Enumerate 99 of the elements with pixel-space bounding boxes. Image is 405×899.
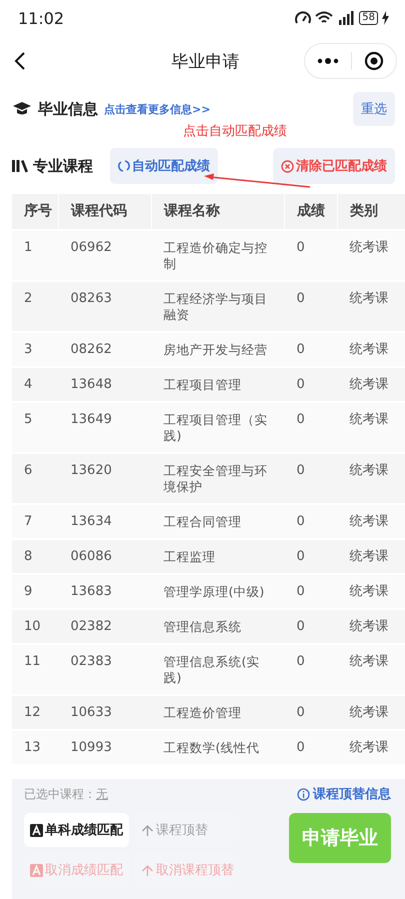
section-title: 毕业信息 xyxy=(38,100,98,118)
table-cell: 3 xyxy=(12,332,58,367)
table-cell: 4 xyxy=(12,367,58,402)
charging-icon xyxy=(382,11,389,25)
table-cell: 工程造价确定与控制 xyxy=(152,230,284,281)
table-cell: 工程合同管理 xyxy=(152,504,284,539)
table-cell: 5 xyxy=(12,402,58,453)
table-cell: 统考课 xyxy=(338,539,405,574)
up-arrow-icon xyxy=(141,824,154,836)
more-info-link[interactable]: 点击查看更多信息>> xyxy=(104,102,210,116)
table-cell: 管理信息系统(实践) xyxy=(152,644,284,695)
table-cell: 06086 xyxy=(58,539,152,574)
clear-circle-icon xyxy=(281,160,294,172)
speedometer-icon xyxy=(295,11,312,25)
signal-icon xyxy=(337,11,356,25)
table-cell: 1 xyxy=(12,230,58,281)
table-cell: 06962 xyxy=(58,230,152,281)
table-cell: 10 xyxy=(12,609,58,644)
table-cell: 统考课 xyxy=(338,644,405,695)
table-cell: 管理信息系统 xyxy=(152,609,284,644)
table-cell: 统考课 xyxy=(338,230,405,281)
replacement-info-link[interactable]: 课程顶替信息 xyxy=(297,785,391,803)
column-header: 成绩 xyxy=(284,194,338,230)
table-cell: 10633 xyxy=(58,695,152,730)
table-cell: 房地产开发与经营 xyxy=(152,332,284,367)
table-cell: 工程数学(线性代 xyxy=(152,730,284,764)
table-cell: 9 xyxy=(12,574,58,609)
info-icon xyxy=(297,788,310,800)
table-cell: 工程安全管理与环境保护 xyxy=(152,453,284,504)
table-cell: 6 xyxy=(12,453,58,504)
table-cell: 统考课 xyxy=(338,695,405,730)
letter-a-icon xyxy=(30,824,43,836)
table-cell: 2 xyxy=(12,281,58,332)
column-header: 序号 xyxy=(12,194,58,230)
table-cell: 工程造价管理 xyxy=(152,695,284,730)
table-cell: 工程项目管理 xyxy=(152,367,284,402)
table-cell: 管理学原理(中级) xyxy=(152,574,284,609)
table-cell: 工程项目管理（实践) xyxy=(152,402,284,453)
table-cell: 统考课 xyxy=(338,504,405,539)
table-cell: 0 xyxy=(284,281,338,332)
table-cell: 0 xyxy=(284,695,338,730)
table-cell: 0 xyxy=(284,402,338,453)
letter-a-icon xyxy=(30,864,43,876)
table-cell: 02382 xyxy=(58,609,152,644)
graduation-cap-icon xyxy=(12,101,32,117)
table-cell: 工程监理 xyxy=(152,539,284,574)
table-cell: 13649 xyxy=(58,402,152,453)
table-cell: 0 xyxy=(284,367,338,402)
selected-courses-text: 已选中课程：无 xyxy=(24,786,108,802)
wifi-icon xyxy=(315,11,334,25)
table-cell: 0 xyxy=(284,230,338,281)
auto-match-button[interactable]: 自动匹配成绩 xyxy=(110,148,218,184)
table-cell: 0 xyxy=(284,574,338,609)
table-cell: 13620 xyxy=(58,453,152,504)
table-cell: 13683 xyxy=(58,574,152,609)
battery-level: 58 xyxy=(359,11,378,25)
table-cell: 统考课 xyxy=(338,730,405,764)
status-time: 11:02 xyxy=(18,8,64,28)
books-icon xyxy=(12,159,28,173)
table-cell: 0 xyxy=(284,609,338,644)
table-cell: 13 xyxy=(12,730,58,764)
refresh-icon xyxy=(118,160,130,172)
table-cell: 0 xyxy=(284,730,338,764)
section-title: 专业课程 xyxy=(33,156,93,176)
table-cell: 工程经济学与项目融资 xyxy=(152,281,284,332)
table-cell: 02383 xyxy=(58,644,152,695)
table-cell: 统考课 xyxy=(338,453,405,504)
table-cell: 11 xyxy=(12,644,58,695)
table-cell: 统考课 xyxy=(338,609,405,644)
table-cell: 12 xyxy=(12,695,58,730)
table-cell: 08263 xyxy=(58,281,152,332)
column-header: 类别 xyxy=(338,194,405,230)
table-cell: 13634 xyxy=(58,504,152,539)
column-header: 课程代码 xyxy=(58,194,152,230)
column-header: 课程名称 xyxy=(152,194,284,230)
table-cell: 0 xyxy=(284,644,338,695)
table-cell: 8 xyxy=(12,539,58,574)
table-cell: 0 xyxy=(284,539,338,574)
table-cell: 统考课 xyxy=(338,332,405,367)
table-cell: 统考课 xyxy=(338,367,405,402)
score-match-button[interactable]: 单科成绩匹配 xyxy=(24,813,129,847)
up-arrow-icon xyxy=(141,864,154,876)
table-cell: 0 xyxy=(284,453,338,504)
back-icon[interactable] xyxy=(14,51,26,71)
table-cell: 13648 xyxy=(58,367,152,402)
table-cell: 统考课 xyxy=(338,402,405,453)
more-icon[interactable] xyxy=(317,57,339,65)
table-cell: 0 xyxy=(284,332,338,367)
close-target-icon[interactable] xyxy=(364,51,384,71)
table-cell: 统考课 xyxy=(338,574,405,609)
page-title: 毕业申请 xyxy=(172,50,240,72)
annotation-text: 点击自动匹配成绩 xyxy=(182,123,288,140)
table-cell: 08262 xyxy=(58,332,152,367)
table-cell: 10993 xyxy=(58,730,152,764)
table-cell: 统考课 xyxy=(338,281,405,332)
table-cell: 0 xyxy=(284,504,338,539)
reset-button[interactable]: 重选 xyxy=(353,92,395,126)
clear-scores-button[interactable]: 清除已匹配成绩 xyxy=(273,148,395,184)
table-cell: 7 xyxy=(12,504,58,539)
